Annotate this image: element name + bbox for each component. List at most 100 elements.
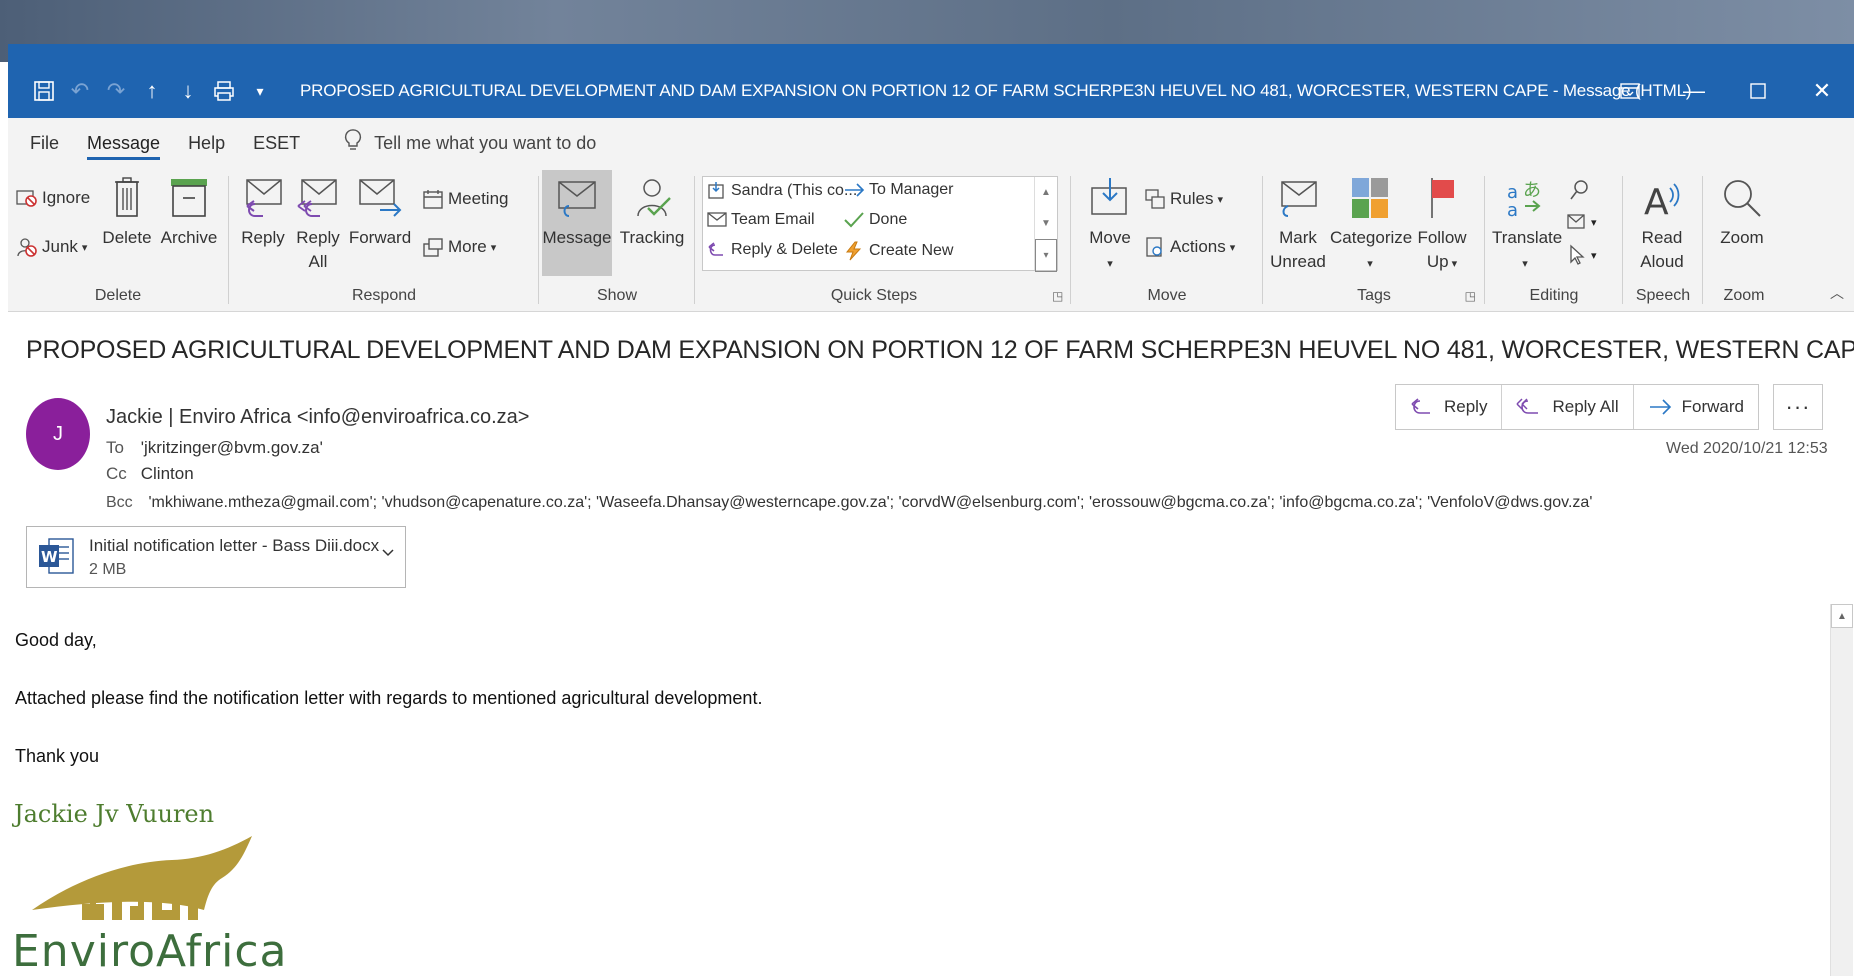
categorize-icon [1330, 176, 1410, 226]
to-recipients[interactable]: 'jkritzinger@bvm.gov.za' [141, 438, 323, 457]
logo-wordmark: EnviroAfrica [12, 926, 288, 977]
minimize-icon[interactable]: — [1662, 64, 1726, 118]
ribbon-divider [1702, 176, 1703, 304]
translate-icon: aあa [1492, 176, 1558, 226]
actions-dropdown-icon: ▾ [1229, 241, 1236, 254]
print-icon[interactable] [206, 73, 242, 109]
bcc-line: Bcc 'mkhiwane.mtheza@gmail.com'; 'vhudso… [106, 494, 1592, 512]
undo-icon[interactable]: ↶ [62, 73, 98, 109]
quickstep-team-email-label: Team Email [731, 211, 815, 228]
to-line: To 'jkritzinger@bvm.gov.za' [106, 438, 323, 458]
tab-eset[interactable]: ESET [239, 118, 314, 168]
to-manager-icon [843, 182, 865, 198]
reply-action-button[interactable]: Reply [1396, 385, 1503, 429]
move-label: Move [1089, 228, 1131, 247]
find-icon[interactable] [1568, 178, 1590, 207]
forward-action-label: Forward [1681, 397, 1744, 416]
mark-unread-button[interactable]: Mark Unread [1270, 176, 1326, 274]
cc-label: Cc [106, 464, 127, 483]
maximize-icon[interactable] [1726, 64, 1790, 118]
quick-steps-up-icon[interactable]: ▲ [1035, 177, 1057, 208]
group-quick-steps: Sandra (This co... Team Email Reply & De… [8, 168, 1068, 311]
svg-text:W: W [41, 548, 58, 566]
collapse-ribbon-icon[interactable]: ︿ [1830, 283, 1844, 303]
quick-access-toolbar: ↶ ↷ ↑ ↓ ▾ [26, 73, 278, 109]
ribbon-divider [1262, 176, 1263, 304]
zoom-label: Zoom [1720, 228, 1764, 247]
quick-steps-group-label: Quick Steps [830, 287, 918, 304]
quickstep-reply-delete[interactable]: Reply & Delete [707, 241, 838, 259]
lightbulb-icon [344, 128, 362, 158]
sender[interactable]: Jackie | Enviro Africa <info@enviroafric… [106, 406, 529, 429]
tags-launcher-icon[interactable]: ◳ [1465, 289, 1476, 303]
quickstep-sandra[interactable]: Sandra (This co... [707, 181, 857, 201]
team-email-icon [707, 211, 727, 229]
related-icon[interactable]: ▾ [1566, 212, 1597, 232]
read-aloud-label-1: Read [1641, 228, 1683, 247]
cc-line: Cc Clinton [106, 464, 194, 484]
move-button[interactable]: Move ▾ [1082, 176, 1138, 276]
close-icon[interactable]: ✕ [1790, 64, 1854, 118]
cc-recipients[interactable]: Clinton [141, 464, 194, 483]
bcc-recipients[interactable]: 'mkhiwane.mtheza@gmail.com'; 'vhudson@ca… [148, 494, 1592, 511]
title-bar: ↶ ↷ ↑ ↓ ▾ PROPOSED AGRICULTURAL DEVELOPM… [8, 64, 1854, 118]
tab-file[interactable]: File [16, 118, 73, 168]
signature-name: Jackie Jv Vuuren [14, 800, 215, 828]
mark-unread-label-2: Unread [1270, 252, 1326, 271]
flag-icon [1414, 176, 1470, 226]
rules-icon [1144, 188, 1166, 210]
follow-up-dropdown-icon: ▾ [1451, 258, 1458, 270]
forward-action-button[interactable]: Forward [1634, 385, 1758, 429]
more-actions-button[interactable]: ··· [1773, 384, 1823, 430]
tab-message[interactable]: Message [73, 118, 174, 168]
tab-help[interactable]: Help [174, 118, 239, 168]
lightning-icon [843, 241, 865, 261]
translate-button[interactable]: aあa Translate ▾ [1492, 176, 1562, 276]
categorize-button[interactable]: Categorize ▾ [1330, 176, 1412, 276]
mark-unread-icon [1270, 176, 1326, 226]
attachment-card[interactable]: W Initial notification letter - Bass Dii… [26, 526, 406, 588]
rules-button[interactable]: Rules ▾ [1144, 188, 1223, 210]
move-to-folder-icon [707, 181, 727, 201]
zoom-button[interactable]: Zoom [1712, 176, 1772, 250]
quick-steps-down-icon[interactable]: ▼ [1035, 208, 1057, 239]
read-aloud-icon: A [1630, 176, 1694, 226]
reply-all-arrow-icon [1516, 398, 1542, 416]
quickstep-create-new[interactable]: Create New [843, 241, 953, 261]
ribbon-divider [1484, 176, 1485, 304]
previous-item-icon[interactable]: ↑ [134, 73, 170, 109]
reply-arrow-icon [1410, 398, 1434, 416]
vertical-scrollbar[interactable]: ▲ [1830, 604, 1853, 976]
quickstep-team-email[interactable]: Team Email [707, 211, 815, 229]
save-icon[interactable] [26, 73, 62, 109]
quick-steps-launcher-icon[interactable]: ◳ [1052, 289, 1063, 303]
next-item-icon[interactable]: ↓ [170, 73, 206, 109]
translate-dropdown-icon: ▾ [1522, 258, 1528, 270]
customize-toolbar-icon[interactable]: ▾ [242, 73, 278, 109]
reply-action-label: Reply [1444, 397, 1488, 416]
attachment-size: 2 MB [89, 561, 127, 578]
svg-text:A: A [1644, 182, 1669, 220]
actions-button[interactable]: Actions ▾ [1144, 236, 1235, 258]
tell-me-search[interactable]: Tell me what you want to do [344, 128, 596, 158]
read-aloud-button[interactable]: A Read Aloud [1630, 176, 1694, 274]
quick-steps-expand-icon[interactable]: ▾ [1035, 239, 1057, 272]
reply-all-action-button[interactable]: Reply All [1502, 385, 1634, 429]
reply-delete-icon [707, 241, 727, 259]
redo-icon[interactable]: ↷ [98, 73, 134, 109]
quickstep-done[interactable]: Done [843, 211, 907, 229]
chevron-down-icon[interactable] [381, 545, 395, 564]
background-window-titlebar [8, 44, 1854, 64]
ribbon: Ignore Junk ▾ Delete Archive Delete Reply… [8, 168, 1854, 312]
ribbon-display-options-icon[interactable] [1598, 64, 1662, 118]
sent-datetime: Wed 2020/10/21 12:53 [1666, 440, 1828, 457]
quickstep-to-manager[interactable]: To Manager [843, 181, 954, 199]
quick-steps-scroll: ▲ ▼ ▾ [1034, 177, 1057, 272]
checkmark-icon [843, 211, 865, 229]
ribbon-divider [1622, 176, 1623, 304]
select-cursor-icon[interactable]: ▾ [1566, 244, 1597, 266]
follow-up-button[interactable]: Follow Up ▾ [1414, 176, 1470, 276]
attachment-name: Initial notification letter - Bass Diii.… [89, 536, 380, 555]
scroll-up-icon[interactable]: ▲ [1831, 604, 1853, 628]
group-tags: Mark Unread Categorize ▾ Follow Up ▾ Tags… [1264, 168, 1484, 311]
